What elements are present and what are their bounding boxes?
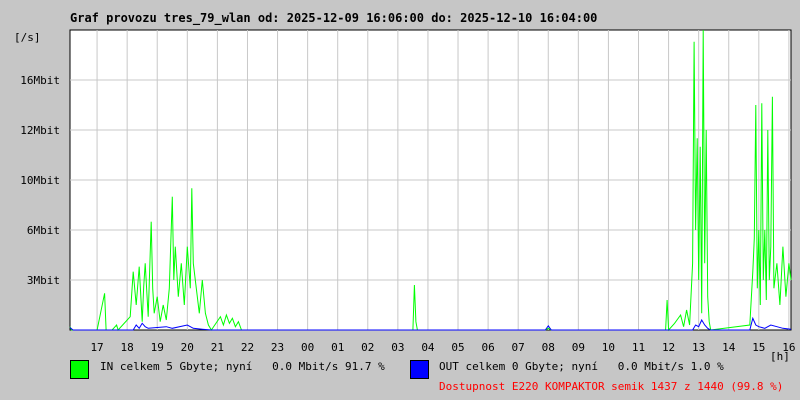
x-tick-label: 10 (602, 341, 615, 354)
x-tick-label: 03 (391, 341, 404, 354)
x-tick-label: 09 (572, 341, 585, 354)
x-tick-label: 01 (331, 341, 344, 354)
x-tick-label: 18 (121, 341, 134, 354)
y-tick-label: 6Mbit (27, 224, 60, 237)
x-tick-label: 04 (421, 341, 435, 354)
x-tick-label: 20 (181, 341, 194, 354)
x-tick-label: 05 (451, 341, 464, 354)
y-tick-label: 10Mbit (20, 174, 60, 187)
x-tick-label: 08 (542, 341, 555, 354)
x-tick-label: 19 (151, 341, 164, 354)
x-tick-label: 23 (271, 341, 284, 354)
availability-text: Dostupnost E220 KOMPAKTOR semik 1437 z 1… (439, 380, 784, 393)
x-tick-label: 11 (632, 341, 645, 354)
x-tick-label: 14 (722, 341, 736, 354)
x-tick-label: 12 (662, 341, 675, 354)
legend-in-swatch (70, 360, 89, 379)
x-tick-labels: 17 18 19 20 21 22 23 00 01 02 03 04 05 06 07 08 09 10 11 12… (90, 341, 795, 354)
x-tick-label: 22 (241, 341, 254, 354)
legend-out-swatch (410, 360, 429, 379)
x-tick-label: 21 (211, 341, 224, 354)
y-tick-label: 3Mbit (27, 274, 60, 287)
x-tick-label: 17 (90, 341, 103, 354)
x-tick-label: 00 (301, 341, 314, 354)
x-tick-label: 13 (692, 341, 705, 354)
x-tick-label: 15 (752, 341, 765, 354)
legend-out-text: OUT celkem 0 Gbyte; nyní 0.0 Mbit/s 1.0 … (439, 360, 724, 373)
x-tick-label: 07 (512, 341, 525, 354)
x-tick-label: 02 (361, 341, 374, 354)
x-axis-label: [h] (770, 350, 790, 363)
x-tick-label: 06 (481, 341, 494, 354)
y-tick-labels: 3Mbit 6Mbit 10Mbit 12Mbit 16Mbit (20, 74, 60, 287)
legend-in-text: IN celkem 5 Gbyte; nyní 0.0 Mbit/s 91.7 … (100, 360, 385, 373)
y-axis-label: [/s] (14, 31, 41, 44)
y-tick-label: 16Mbit (20, 74, 60, 87)
y-tick-label: 12Mbit (20, 124, 60, 137)
traffic-chart: 3Mbit 6Mbit 10Mbit 12Mbit 16Mbit 17 18 19 20 21 2… (14, 29, 796, 363)
